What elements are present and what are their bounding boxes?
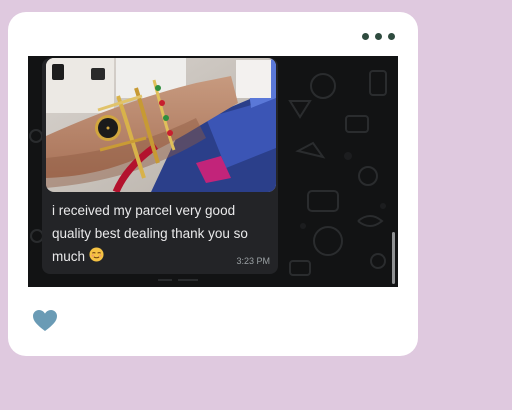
chat-screenshot: i received my parcel very good quality b… [28,56,398,287]
message-body: i received my parcel very good quality b… [52,203,248,264]
message-bubble: i received my parcel very good quality b… [42,58,278,274]
more-dot-icon [388,32,395,40]
more-dot-icon [375,32,382,40]
message-timestamp: 3:23 PM [236,256,270,266]
parcel-photo[interactable] [46,58,276,192]
more-options-button[interactable] [360,30,408,42]
heart-icon[interactable] [32,309,58,333]
more-dot-icon [362,32,369,40]
relieved-face-icon [89,246,104,269]
review-card: i received my parcel very good quality b… [8,12,418,356]
chat-scrollbar[interactable] [392,232,395,284]
